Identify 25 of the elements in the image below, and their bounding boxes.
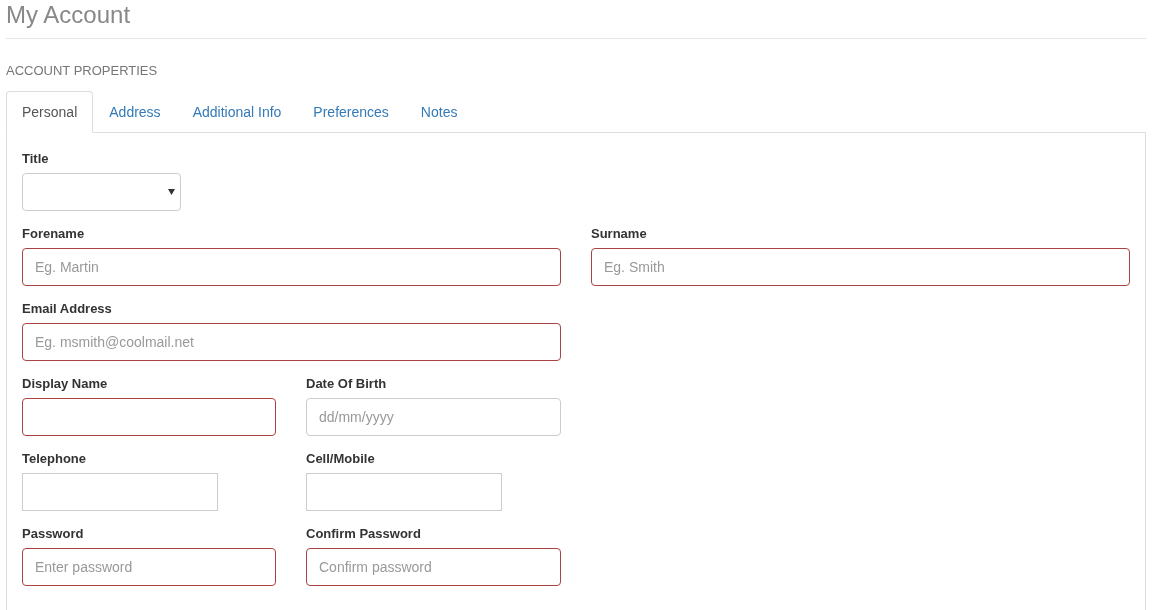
input-field[interactable]: Eg. msmith@coolmail.net xyxy=(22,323,561,361)
input-field[interactable] xyxy=(22,398,276,436)
tab[interactable]: Preferences xyxy=(297,91,405,133)
field-label: Email Address xyxy=(22,300,113,318)
tab[interactable]: Personal xyxy=(6,91,94,133)
title-dropdown[interactable] xyxy=(22,173,181,211)
field-label: Date Of Birth xyxy=(306,375,388,393)
tab[interactable]: Address xyxy=(93,91,177,133)
field-label: Display Name xyxy=(22,375,109,393)
field-label: Password xyxy=(22,525,85,543)
field-label: Cell/Mobile xyxy=(306,450,376,468)
field-label: Forename xyxy=(22,225,86,243)
tab[interactable]: Additional Info xyxy=(176,91,298,133)
field-label: Telephone xyxy=(22,450,88,468)
caret-icon xyxy=(168,189,175,195)
field-label: Title xyxy=(22,150,50,168)
input-field[interactable]: Enter password xyxy=(22,548,276,586)
field-label: Surname xyxy=(591,225,648,243)
page-title: My Account xyxy=(6,0,132,29)
input-field[interactable]: Confirm password xyxy=(306,548,561,586)
section-heading: ACCOUNT PROPERTIES xyxy=(6,63,159,79)
input-field[interactable]: Eg. Smith xyxy=(591,248,1130,286)
field-label: Confirm Password xyxy=(306,525,422,543)
tab[interactable]: Notes xyxy=(404,91,474,133)
input-field[interactable]: Eg. Martin xyxy=(22,248,561,286)
